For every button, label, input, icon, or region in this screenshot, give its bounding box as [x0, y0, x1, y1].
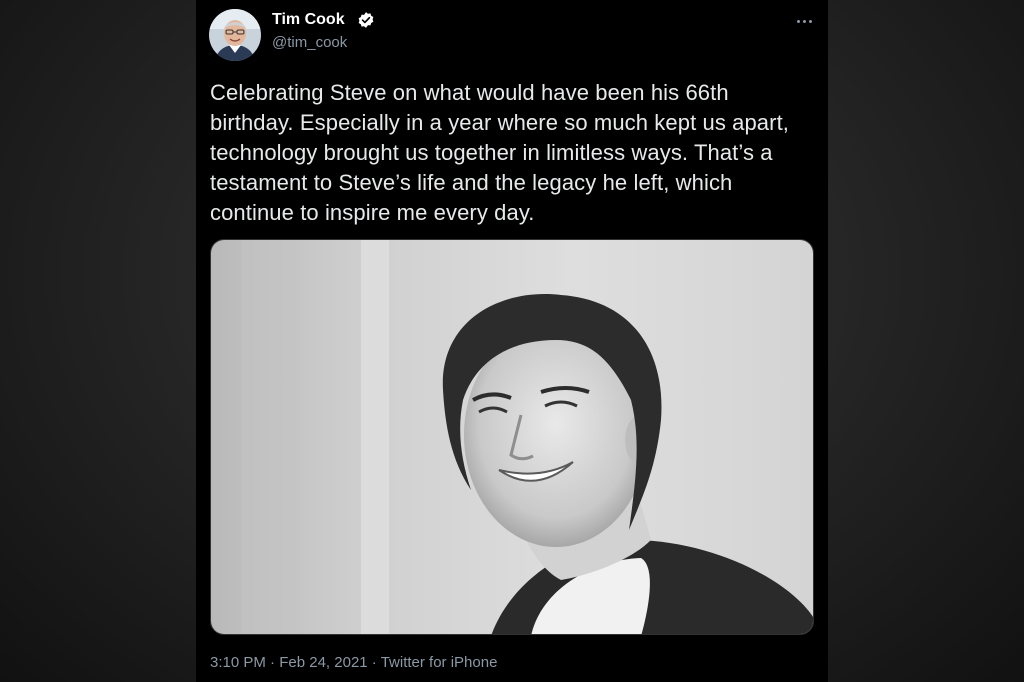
author-avatar[interactable] [209, 9, 261, 61]
meta-separator: · [265, 654, 280, 671]
more-options-icon[interactable] [792, 13, 816, 29]
verified-badge-icon [357, 11, 375, 34]
author-name[interactable]: Tim Cook [272, 11, 345, 29]
meta-separator: · [367, 654, 381, 671]
tweet-text: Celebrating Steve on what would have bee… [210, 80, 789, 225]
tweet-photo[interactable] [210, 239, 814, 635]
author-handle[interactable]: @tim_cook [272, 34, 347, 51]
tweet-source[interactable]: Twitter for iPhone [381, 654, 498, 671]
tweet-metadata: 3:10 PM · Feb 24, 2021 · Twitter for iPh… [210, 654, 497, 671]
tweet-date[interactable]: Feb 24, 2021 [279, 654, 367, 671]
tweet-time[interactable]: 3:10 PM [210, 654, 266, 671]
